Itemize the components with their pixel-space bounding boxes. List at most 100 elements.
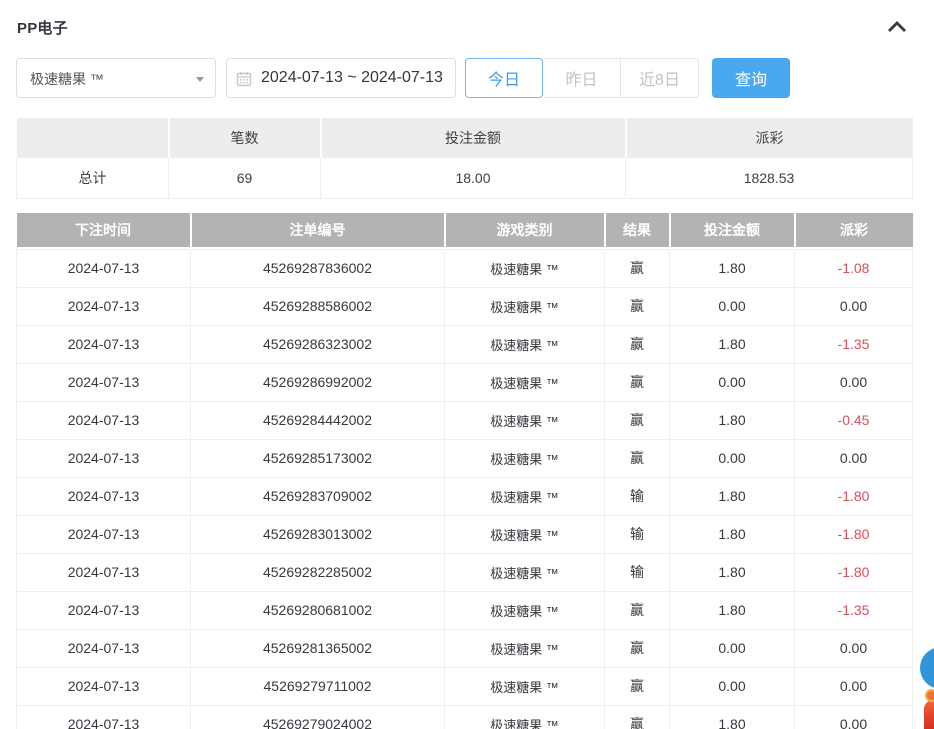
record-payout: 0.00 — [795, 667, 913, 705]
range-last8days-button[interactable]: 近8日 — [621, 58, 699, 98]
date-range-picker[interactable]: 2024-07-13 ~ 2024-07-13 — [226, 58, 456, 98]
record-row: 2024-07-1345269287836002极速糖果 ™赢1.80-1.08 — [17, 249, 913, 287]
record-row: 2024-07-1345269288586002极速糖果 ™赢0.000.00 — [17, 287, 913, 325]
record-game: 极速糖果 ™ — [445, 477, 605, 515]
record-result: 赢 — [605, 591, 670, 629]
record-game: 极速糖果 ™ — [445, 591, 605, 629]
record-time: 2024-07-13 — [17, 515, 191, 553]
record-order-id: 45269286992002 — [191, 363, 445, 401]
summary-total-count: 69 — [169, 158, 321, 198]
record-game: 极速糖果 ™ — [445, 401, 605, 439]
record-bet: 1.80 — [670, 401, 795, 439]
record-order-id: 45269286323002 — [191, 325, 445, 363]
record-result: 输 — [605, 477, 670, 515]
records-col-game: 游戏类别 — [445, 213, 605, 249]
promo-knob-icon — [925, 689, 934, 702]
filter-bar: 极速糖果 ™ 2024-07-13 ~ 2024-07-13 今日 — [16, 58, 912, 98]
record-bet: 1.80 — [670, 705, 795, 729]
record-order-id: 45269284442002 — [191, 401, 445, 439]
range-yesterday-button[interactable]: 昨日 — [543, 58, 621, 98]
record-result: 赢 — [605, 249, 670, 287]
record-game: 极速糖果 ™ — [445, 249, 605, 287]
summary-table: 笔数 投注金额 派彩 总计 69 18.00 1828.53 — [16, 118, 913, 199]
record-bet: 0.00 — [670, 667, 795, 705]
records-table: 下注时间 注单编号 游戏类别 结果 投注金额 派彩 2024-07-134526… — [16, 213, 913, 729]
record-payout: 0.00 — [795, 363, 913, 401]
record-time: 2024-07-13 — [17, 325, 191, 363]
record-bet: 0.00 — [670, 363, 795, 401]
record-bet: 1.80 — [670, 515, 795, 553]
query-button[interactable]: 查询 — [712, 58, 790, 98]
record-result: 输 — [605, 553, 670, 591]
record-result: 赢 — [605, 363, 670, 401]
record-order-id: 45269283709002 — [191, 477, 445, 515]
promo-banner-button[interactable] — [924, 700, 934, 729]
summary-total-label: 总计 — [17, 158, 169, 198]
calendar-icon — [236, 71, 252, 87]
record-time: 2024-07-13 — [17, 629, 191, 667]
record-payout: 0.00 — [795, 705, 913, 729]
record-order-id: 45269283013002 — [191, 515, 445, 553]
record-row: 2024-07-1345269286323002极速糖果 ™赢1.80-1.35 — [17, 325, 913, 363]
record-row: 2024-07-1345269282285002极速糖果 ™输1.80-1.80 — [17, 553, 913, 591]
summary-total-payout: 1828.53 — [626, 158, 913, 198]
record-result: 赢 — [605, 667, 670, 705]
record-game: 极速糖果 ™ — [445, 705, 605, 729]
record-payout: -1.35 — [795, 591, 913, 629]
record-payout: 0.00 — [795, 287, 913, 325]
customer-service-button[interactable] — [920, 647, 934, 689]
record-payout: 0.00 — [795, 439, 913, 477]
record-result: 赢 — [605, 439, 670, 477]
record-time: 2024-07-13 — [17, 705, 191, 729]
record-result: 赢 — [605, 629, 670, 667]
record-time: 2024-07-13 — [17, 553, 191, 591]
record-time: 2024-07-13 — [17, 667, 191, 705]
record-order-id: 45269280681002 — [191, 591, 445, 629]
record-bet: 0.00 — [670, 439, 795, 477]
record-payout: -1.80 — [795, 515, 913, 553]
record-payout: -1.80 — [795, 553, 913, 591]
pp-games-records-panel: PP电子 极速糖果 ™ — [0, 0, 934, 729]
record-row: 2024-07-1345269280681002极速糖果 ™赢1.80-1.35 — [17, 591, 913, 629]
chevron-up-icon — [888, 21, 906, 32]
record-bet: 0.00 — [670, 629, 795, 667]
record-result: 赢 — [605, 325, 670, 363]
record-row: 2024-07-1345269281365002极速糖果 ™赢0.000.00 — [17, 629, 913, 667]
game-select[interactable]: 极速糖果 ™ — [16, 58, 216, 98]
record-payout: -1.80 — [795, 477, 913, 515]
collapse-panel-button[interactable] — [887, 20, 907, 32]
records-col-result: 结果 — [605, 213, 670, 249]
summary-col-empty — [17, 118, 169, 158]
record-game: 极速糖果 ™ — [445, 553, 605, 591]
record-result: 赢 — [605, 287, 670, 325]
panel-header: PP电子 — [16, 0, 912, 48]
record-time: 2024-07-13 — [17, 477, 191, 515]
record-row: 2024-07-1345269285173002极速糖果 ™赢0.000.00 — [17, 439, 913, 477]
record-game: 极速糖果 ™ — [445, 667, 605, 705]
record-order-id: 45269288586002 — [191, 287, 445, 325]
record-result: 输 — [605, 515, 670, 553]
record-game: 极速糖果 ™ — [445, 515, 605, 553]
record-bet: 1.80 — [670, 477, 795, 515]
record-order-id: 45269279711002 — [191, 667, 445, 705]
records-col-orderid: 注单编号 — [191, 213, 445, 249]
record-time: 2024-07-13 — [17, 591, 191, 629]
record-order-id: 45269279024002 — [191, 705, 445, 729]
record-game: 极速糖果 ™ — [445, 629, 605, 667]
record-row: 2024-07-1345269279711002极速糖果 ™赢0.000.00 — [17, 667, 913, 705]
record-order-id: 45269285173002 — [191, 439, 445, 477]
record-bet: 1.80 — [670, 249, 795, 287]
summary-col-count: 笔数 — [169, 118, 321, 158]
record-payout: 0.00 — [795, 629, 913, 667]
summary-total-row: 总计 69 18.00 1828.53 — [17, 158, 913, 198]
record-payout: -0.45 — [795, 401, 913, 439]
record-time: 2024-07-13 — [17, 439, 191, 477]
record-row: 2024-07-1345269279024002极速糖果 ™赢1.800.00 — [17, 705, 913, 729]
record-bet: 1.80 — [670, 591, 795, 629]
records-col-payout: 派彩 — [795, 213, 913, 249]
range-today-button[interactable]: 今日 — [465, 58, 543, 98]
record-order-id: 45269282285002 — [191, 553, 445, 591]
game-select-value: 极速糖果 ™ — [30, 69, 104, 89]
records-col-bet: 投注金额 — [670, 213, 795, 249]
record-result: 赢 — [605, 401, 670, 439]
